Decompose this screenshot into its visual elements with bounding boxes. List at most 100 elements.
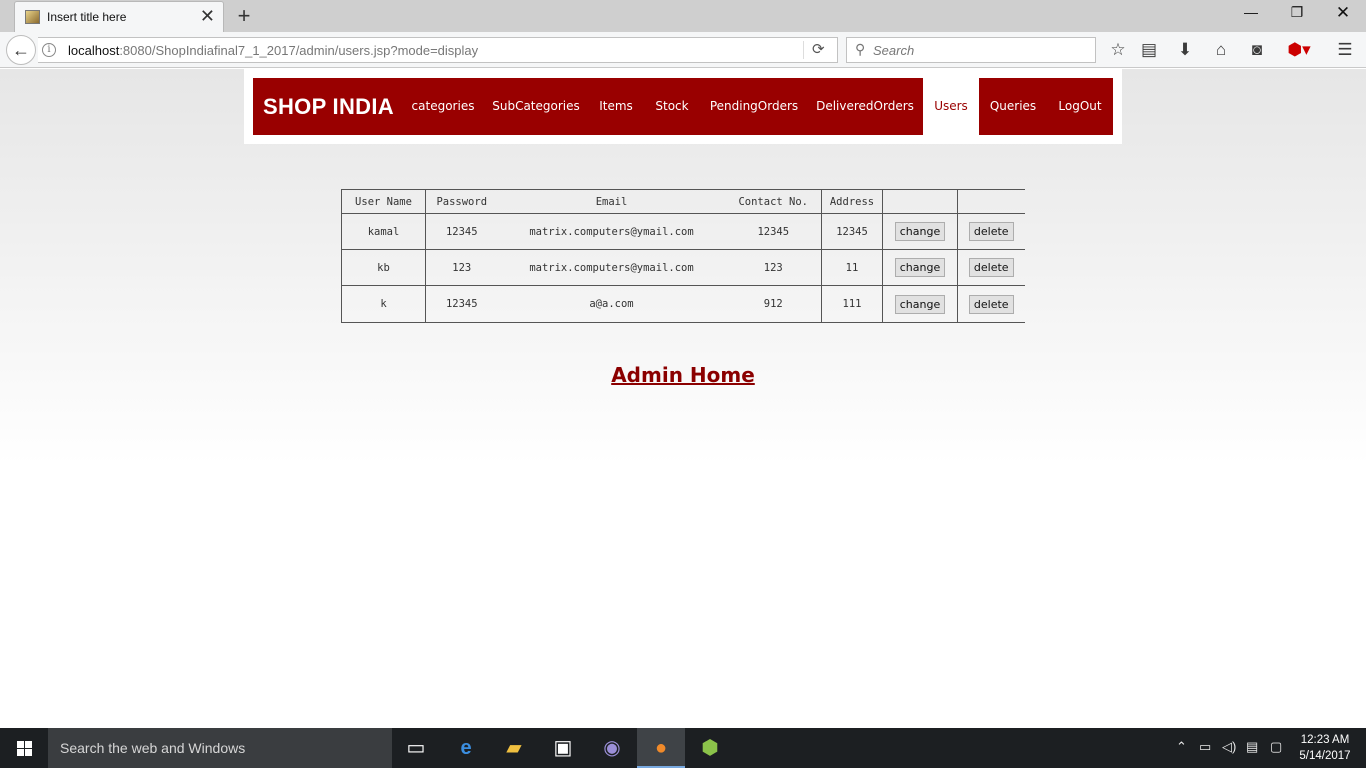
cell-password: 123 — [425, 249, 498, 286]
firefox-icon[interactable]: ● — [637, 728, 685, 768]
cell-username: kamal — [341, 213, 426, 250]
taskbar-search-text: Search the web and Windows — [60, 740, 246, 756]
cell-password: 12345 — [425, 213, 498, 250]
table-header-row: User Name Password Email Contact No. Add… — [341, 189, 1025, 214]
header-user-name: User Name — [341, 189, 426, 214]
nav-delivered-orders[interactable]: DeliveredOrders — [811, 78, 919, 135]
cell-email: matrix.computers@ymail.com — [497, 249, 726, 286]
download-icon[interactable]: ⬇ — [1174, 40, 1196, 60]
adblock-icon[interactable]: ⬢▾ — [1284, 40, 1314, 60]
windows-taskbar: Search the web and Windows ▭ e ▰ ▣ ◉ ● ⬢… — [0, 728, 1366, 768]
admin-home-link[interactable]: Admin Home — [611, 363, 755, 387]
bookmark-star-icon[interactable]: ☆ — [1107, 40, 1129, 60]
cell-address: 12345 — [821, 213, 883, 250]
clock-date: 5/14/2017 — [1299, 750, 1351, 762]
site-header: SHOP INDIA categories SubCategories Item… — [244, 69, 1122, 144]
nav-users[interactable]: Users — [923, 78, 979, 135]
cell-change: change — [882, 285, 958, 323]
table-row: kamal 12345 matrix.computers@ymail.com 1… — [341, 213, 1025, 250]
search-icon: ⚲ — [855, 41, 866, 57]
header-email: Email — [497, 189, 726, 214]
cell-email: a@a.com — [497, 285, 726, 323]
admin-home-container: Admin Home — [0, 363, 1366, 387]
cell-change: change — [882, 213, 958, 250]
cell-address: 111 — [821, 285, 883, 323]
close-tab-icon[interactable]: ✕ — [200, 6, 215, 27]
network-icon[interactable]: ▤ — [1246, 739, 1258, 755]
url-text[interactable]: localhost:8080/ShopIndiafinal7_1_2017/ad… — [68, 43, 478, 58]
url-separator — [803, 41, 804, 59]
cell-email: matrix.computers@ymail.com — [497, 213, 726, 250]
reading-list-icon[interactable]: ▤ — [1138, 40, 1160, 60]
edge-icon[interactable]: e — [442, 728, 490, 768]
search-placeholder: Search — [873, 43, 915, 58]
site-navigation: SHOP INDIA categories SubCategories Item… — [253, 78, 1113, 135]
cell-contact: 12345 — [725, 213, 822, 250]
tab-title: Insert title here — [47, 10, 127, 24]
header-address: Address — [821, 189, 883, 214]
browser-tab[interactable]: Insert title here ✕ — [14, 1, 224, 32]
restore-window-button[interactable]: ❐ — [1274, 4, 1320, 21]
store-icon[interactable]: ▣ — [539, 728, 587, 768]
close-window-button[interactable]: ✕ — [1320, 3, 1366, 23]
address-bar[interactable]: i localhost:8080/ShopIndiafinal7_1_2017/… — [38, 37, 838, 63]
delete-button[interactable]: delete — [968, 258, 1014, 277]
nav-pending-orders[interactable]: PendingOrders — [705, 78, 803, 135]
cell-contact: 123 — [725, 249, 822, 286]
reload-icon[interactable]: ⟳ — [812, 40, 825, 58]
cell-delete: delete — [957, 213, 1025, 250]
site-info-icon[interactable]: i — [42, 43, 56, 57]
page-content: SHOP INDIA categories SubCategories Item… — [0, 69, 1366, 728]
change-button[interactable]: change — [894, 222, 946, 241]
change-button[interactable]: change — [894, 258, 946, 277]
back-button[interactable]: ← — [6, 35, 36, 65]
cell-contact: 912 — [725, 285, 822, 323]
home-icon[interactable]: ⌂ — [1210, 40, 1232, 60]
cell-username: k — [341, 285, 426, 323]
header-delete — [957, 189, 1025, 214]
notifications-icon[interactable]: ▢ — [1270, 739, 1282, 755]
delete-button[interactable]: delete — [968, 294, 1014, 314]
nav-subcategories[interactable]: SubCategories — [491, 78, 581, 135]
header-contact: Contact No. — [725, 189, 822, 214]
show-hidden-icons-icon[interactable]: ⌃ — [1176, 739, 1187, 755]
cell-password: 12345 — [425, 285, 498, 323]
start-button[interactable] — [0, 728, 48, 768]
cell-delete: delete — [957, 285, 1025, 323]
system-clock[interactable]: 12:23 AM 5/14/2017 — [1292, 732, 1358, 764]
delete-button[interactable]: delete — [968, 222, 1014, 241]
minimize-window-button[interactable]: — — [1228, 4, 1274, 20]
header-password: Password — [425, 189, 498, 214]
change-button[interactable]: change — [894, 294, 946, 314]
menu-icon[interactable]: ☰ — [1334, 40, 1356, 60]
clock-time: 12:23 AM — [1300, 734, 1350, 746]
file-explorer-icon[interactable]: ▰ — [490, 728, 538, 768]
nav-queries[interactable]: Queries — [985, 78, 1041, 135]
search-bar[interactable]: ⚲ Search — [846, 37, 1096, 63]
users-table: User Name Password Email Contact No. Add… — [341, 189, 1025, 323]
android-studio-icon[interactable]: ⬢ — [686, 728, 734, 768]
nav-categories[interactable]: categories — [405, 78, 481, 135]
pocket-icon[interactable]: ◙ — [1246, 40, 1268, 60]
volume-icon[interactable]: ◁) — [1222, 739, 1236, 755]
page-favicon-icon — [25, 10, 40, 24]
task-view-icon[interactable]: ▭ — [392, 728, 440, 768]
cell-username: kb — [341, 249, 426, 286]
cell-change: change — [882, 249, 958, 286]
power-icon[interactable]: ▭ — [1199, 739, 1211, 755]
windows-logo-icon — [17, 741, 24, 748]
table-row: kb 123 matrix.computers@ymail.com 123 11… — [341, 249, 1025, 286]
table-row: k 12345 a@a.com 912 111 change delete — [341, 285, 1025, 323]
back-arrow-icon: ← — [12, 40, 30, 60]
eclipse-icon[interactable]: ◉ — [588, 728, 636, 768]
browser-navbar: ← i localhost:8080/ShopIndiafinal7_1_201… — [0, 32, 1366, 68]
nav-logout[interactable]: LogOut — [1053, 78, 1107, 135]
new-tab-button[interactable]: + — [232, 3, 256, 29]
cell-delete: delete — [957, 249, 1025, 286]
browser-titlebar: Insert title here ✕ + — ❐ ✕ — [0, 0, 1366, 32]
cell-address: 11 — [821, 249, 883, 286]
nav-items[interactable]: Items — [591, 78, 641, 135]
site-logo[interactable]: SHOP INDIA — [263, 94, 394, 120]
nav-stock[interactable]: Stock — [647, 78, 697, 135]
taskbar-search-box[interactable]: Search the web and Windows — [48, 728, 392, 768]
